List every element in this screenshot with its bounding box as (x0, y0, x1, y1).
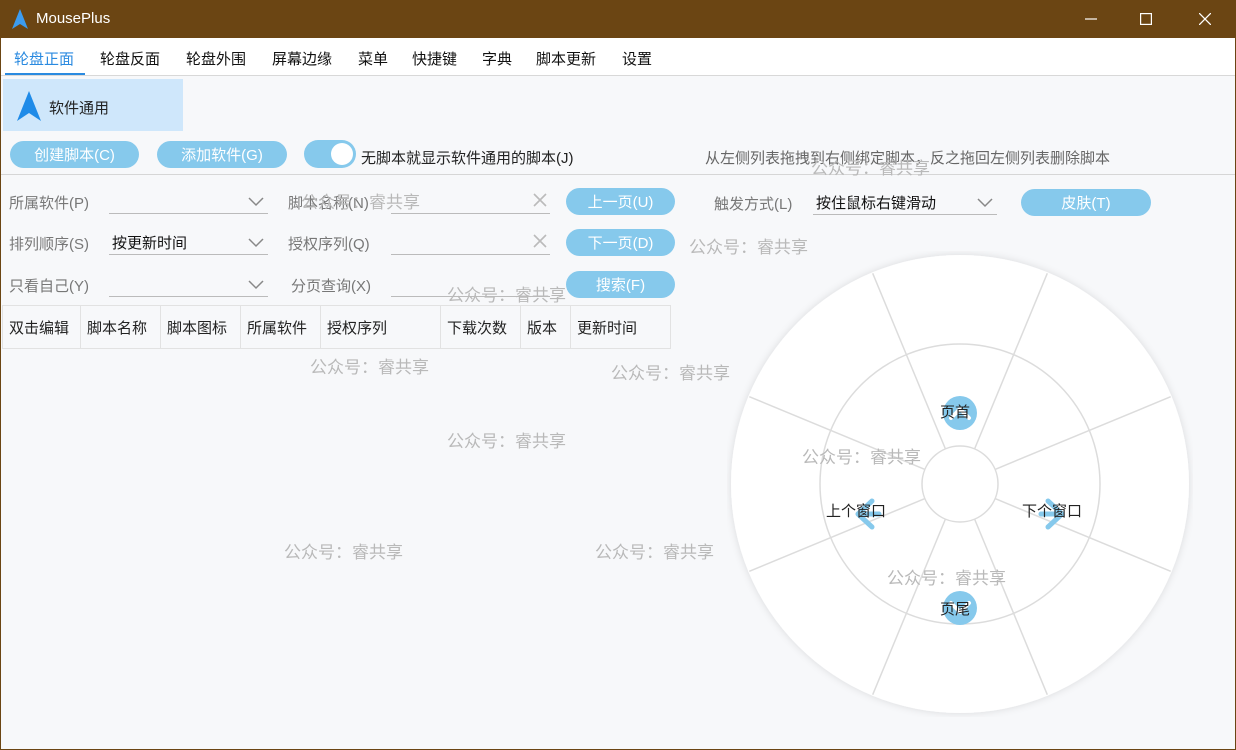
script-table-header: 双击编辑 脚本名称 脚本图标 所属软件 授权序列 下载次数 版本 更新时间 (2, 305, 671, 349)
column-header[interactable]: 脚本图标 (161, 305, 241, 349)
sort-order-value: 按更新时间 (112, 235, 188, 252)
search-button[interactable]: 搜索(F) (566, 271, 675, 298)
app-logo-icon (12, 9, 28, 29)
skin-button[interactable]: 皮肤(T) (1021, 189, 1151, 216)
tab-wheel-outer[interactable]: 轮盘外围 (186, 48, 246, 69)
trigger-mode-value: 按住鼠标右键滑动 (816, 195, 937, 212)
maximize-icon (1140, 13, 1152, 25)
software-list-item[interactable]: 软件通用 (3, 79, 183, 131)
column-header[interactable]: 双击编辑 (2, 305, 81, 349)
maximize-button[interactable] (1123, 0, 1169, 38)
column-header[interactable]: 所属软件 (241, 305, 321, 349)
toggle-knob (331, 143, 353, 165)
trigger-mode-label: 触发方式(L) (714, 196, 793, 213)
tab-wheel-back[interactable]: 轮盘反面 (100, 48, 160, 69)
chevron-down-icon (248, 197, 264, 207)
window-title: MousePlus (36, 10, 111, 27)
minimize-icon (1085, 18, 1097, 20)
only-mine-select[interactable] (109, 271, 268, 297)
only-mine-label: 只看自己(Y) (9, 278, 89, 295)
fallback-script-toggle[interactable] (304, 140, 356, 168)
chevron-down-icon (977, 198, 993, 208)
page-query-label: 分页查询(X) (291, 278, 371, 295)
tab-dictionary[interactable]: 字典 (482, 48, 512, 69)
sort-order-select[interactable]: 按更新时间 (109, 229, 268, 255)
wheel-label-top: 页首 (940, 404, 971, 421)
create-script-button[interactable]: 创建脚本(C) (10, 141, 139, 168)
software-filter-select[interactable] (109, 188, 268, 214)
prev-page-button[interactable]: 上一页(U) (566, 188, 675, 215)
watermark: 公众号：睿共享 (611, 364, 730, 383)
software-filter-label: 所属软件(P) (9, 195, 89, 212)
next-page-button[interactable]: 下一页(D) (566, 229, 675, 256)
gesture-wheel[interactable] (727, 251, 1193, 717)
menu-bar: 轮盘正面 轮盘反面 轮盘外围 屏幕边缘 菜单 快捷键 字典 脚本更新 设置 (1, 38, 1235, 76)
sort-order-label: 排列顺序(S) (9, 236, 89, 253)
chevron-down-icon (248, 280, 264, 290)
wheel-label-bottom: 页尾 (940, 601, 971, 618)
watermark: 公众号：睿共享 (447, 432, 566, 451)
client-area: 轮盘正面 轮盘反面 轮盘外围 屏幕边缘 菜单 快捷键 字典 脚本更新 设置 软件… (1, 38, 1235, 749)
title-bar: MousePlus (0, 0, 1236, 38)
tab-wheel-front[interactable]: 轮盘正面 (14, 48, 74, 69)
watermark: 公众号：睿共享 (310, 358, 429, 377)
drag-hint-text: 从左侧列表拖拽到右侧绑定脚本，反之拖回左侧列表删除脚本 (705, 150, 1111, 167)
auth-sequence-label: 授权序列(Q) (288, 236, 370, 253)
watermark: 公众号：睿共享 (595, 543, 714, 562)
software-arrow-icon (17, 91, 41, 121)
auth-sequence-input[interactable] (391, 229, 550, 255)
column-header[interactable]: 版本 (521, 305, 571, 349)
section-divider (1, 174, 1235, 175)
wheel-label-left: 上个窗口 (826, 503, 887, 520)
software-item-label: 软件通用 (49, 100, 110, 117)
close-button[interactable] (1182, 0, 1228, 38)
column-header[interactable]: 更新时间 (571, 305, 671, 349)
script-name-input[interactable] (391, 188, 550, 214)
active-tab-indicator (5, 73, 85, 75)
tab-shortcuts[interactable]: 快捷键 (412, 48, 457, 69)
toggle-label: 无脚本就显示软件通用的脚本(J) (361, 150, 574, 167)
column-header[interactable]: 授权序列 (321, 305, 441, 349)
script-name-label: 脚本名称(N) (288, 195, 369, 212)
tab-settings[interactable]: 设置 (622, 48, 652, 69)
close-icon (1199, 13, 1211, 25)
column-header[interactable]: 下载次数 (441, 305, 521, 349)
clear-icon[interactable] (532, 192, 548, 208)
page-query-input[interactable] (391, 271, 550, 297)
column-header[interactable]: 脚本名称 (81, 305, 161, 349)
minimize-button[interactable] (1068, 0, 1114, 38)
clear-icon[interactable] (532, 233, 548, 249)
tab-screen-edge[interactable]: 屏幕边缘 (272, 48, 332, 69)
add-software-button[interactable]: 添加软件(G) (157, 141, 287, 168)
tab-menu[interactable]: 菜单 (358, 48, 388, 69)
chevron-down-icon (248, 238, 264, 248)
tab-script-update[interactable]: 脚本更新 (536, 48, 596, 69)
trigger-mode-select[interactable]: 按住鼠标右键滑动 (813, 189, 997, 215)
wheel-label-right: 下个窗口 (1022, 503, 1083, 520)
watermark: 公众号：睿共享 (284, 543, 403, 562)
